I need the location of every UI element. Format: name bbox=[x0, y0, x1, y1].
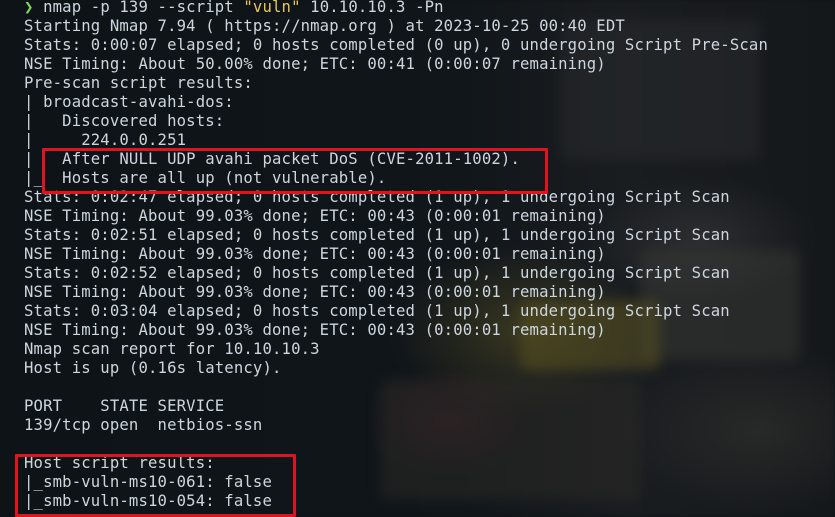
output-line: PORT STATE SERVICE bbox=[24, 397, 225, 415]
output-line: |_ Hosts are all up (not vulnerable). bbox=[24, 169, 387, 187]
command-args: 10.10.10.3 -Pn bbox=[300, 0, 444, 16]
output-line: NSE Timing: About 50.00% done; ETC: 00:4… bbox=[24, 55, 606, 73]
output-line: NSE Timing: About 99.03% done; ETC: 00:4… bbox=[24, 283, 606, 301]
output-line: Stats: 0:00:07 elapsed; 0 hosts complete… bbox=[24, 36, 768, 54]
output-line: Stats: 0:02:51 elapsed; 0 hosts complete… bbox=[24, 226, 730, 244]
output-line: | broadcast-avahi-dos: bbox=[24, 93, 234, 111]
command-string-arg: "vuln" bbox=[243, 0, 301, 16]
output-line: | After NULL UDP avahi packet DoS (CVE-2… bbox=[24, 150, 520, 168]
output-line: | Discovered hosts: bbox=[24, 112, 225, 130]
output-line: |_smb-vuln-ms10-054: false bbox=[24, 492, 272, 510]
output-line: Stats: 0:03:04 elapsed; 0 hosts complete… bbox=[24, 302, 730, 320]
output-line: Stats: 0:02:47 elapsed; 0 hosts complete… bbox=[24, 188, 730, 206]
output-line: Starting Nmap 7.94 ( https://nmap.org ) … bbox=[24, 17, 625, 35]
output-line: Host script results: bbox=[24, 454, 215, 472]
output-line: Nmap scan report for 10.10.10.3 bbox=[24, 340, 320, 358]
output-line: |_smb-vuln-ms10-061: false bbox=[24, 473, 272, 491]
terminal-output[interactable]: ❯ nmap -p 139 --script "vuln" 10.10.10.3… bbox=[24, 0, 829, 511]
output-line: Stats: 0:02:52 elapsed; 0 hosts complete… bbox=[24, 264, 730, 282]
command-text: nmap -p 139 --script bbox=[33, 0, 244, 16]
output-line: NSE Timing: About 99.03% done; ETC: 00:4… bbox=[24, 321, 606, 339]
output-line: Pre-scan script results: bbox=[24, 74, 253, 92]
command-line: ❯ nmap -p 139 --script "vuln" 10.10.10.3… bbox=[24, 0, 829, 17]
output-line: 139/tcp open netbios-ssn bbox=[24, 416, 263, 434]
output-line: Host is up (0.16s latency). bbox=[24, 359, 282, 377]
output-line: NSE Timing: About 99.03% done; ETC: 00:4… bbox=[24, 207, 606, 225]
output-line: | 224.0.0.251 bbox=[24, 131, 187, 149]
output-line: NSE Timing: About 99.03% done; ETC: 00:4… bbox=[24, 245, 606, 263]
prompt-arrow-icon: ❯ bbox=[24, 0, 34, 16]
